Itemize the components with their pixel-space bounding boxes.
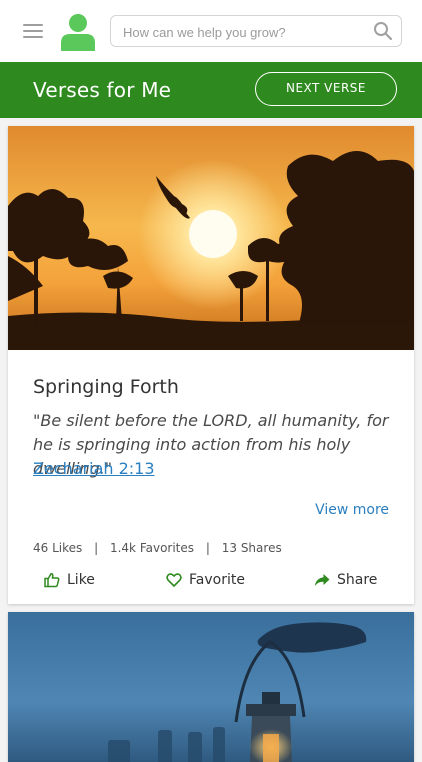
stats-separator: | [205, 541, 210, 555]
verse-reference-link[interactable]: Zechariah 2:13 [33, 459, 155, 478]
like-button[interactable]: Like [44, 568, 95, 592]
favorite-button[interactable]: Favorite [166, 568, 245, 592]
likes-count: 46 Likes [33, 541, 83, 555]
view-more-link[interactable]: View more [315, 502, 389, 518]
verses-banner: Verses for Me NEXT VERSE [0, 62, 422, 118]
heart-icon [166, 573, 182, 587]
thumbs-up-icon [44, 573, 60, 588]
card-actions: Like Favorite Share [8, 568, 414, 594]
verse-card: Springing Forth "Be silent before the LO… [8, 126, 414, 604]
search-input[interactable] [123, 22, 363, 42]
search-icon[interactable] [373, 21, 393, 41]
favorites-count: 1.4k Favorites [109, 541, 195, 555]
menu-icon[interactable] [23, 24, 43, 38]
lantern-image [8, 612, 414, 762]
share-arrow-icon [314, 574, 330, 586]
search-box[interactable] [110, 15, 402, 47]
top-bar [0, 0, 422, 62]
avatar[interactable] [60, 13, 96, 51]
card-title: Springing Forth [33, 376, 179, 398]
next-verse-button[interactable]: NEXT VERSE [255, 72, 397, 106]
share-label: Share [337, 572, 378, 588]
shares-count: 13 Shares [221, 541, 282, 555]
page-title: Verses for Me [33, 78, 172, 102]
verse-card [8, 612, 414, 762]
share-button[interactable]: Share [314, 568, 377, 592]
like-label: Like [67, 572, 95, 588]
stats-separator: | [94, 541, 99, 555]
sunset-eagle-image [8, 126, 414, 350]
favorite-label: Favorite [189, 572, 245, 588]
card-stats: 46 Likes | 1.4k Favorites | 13 Shares [33, 541, 282, 555]
